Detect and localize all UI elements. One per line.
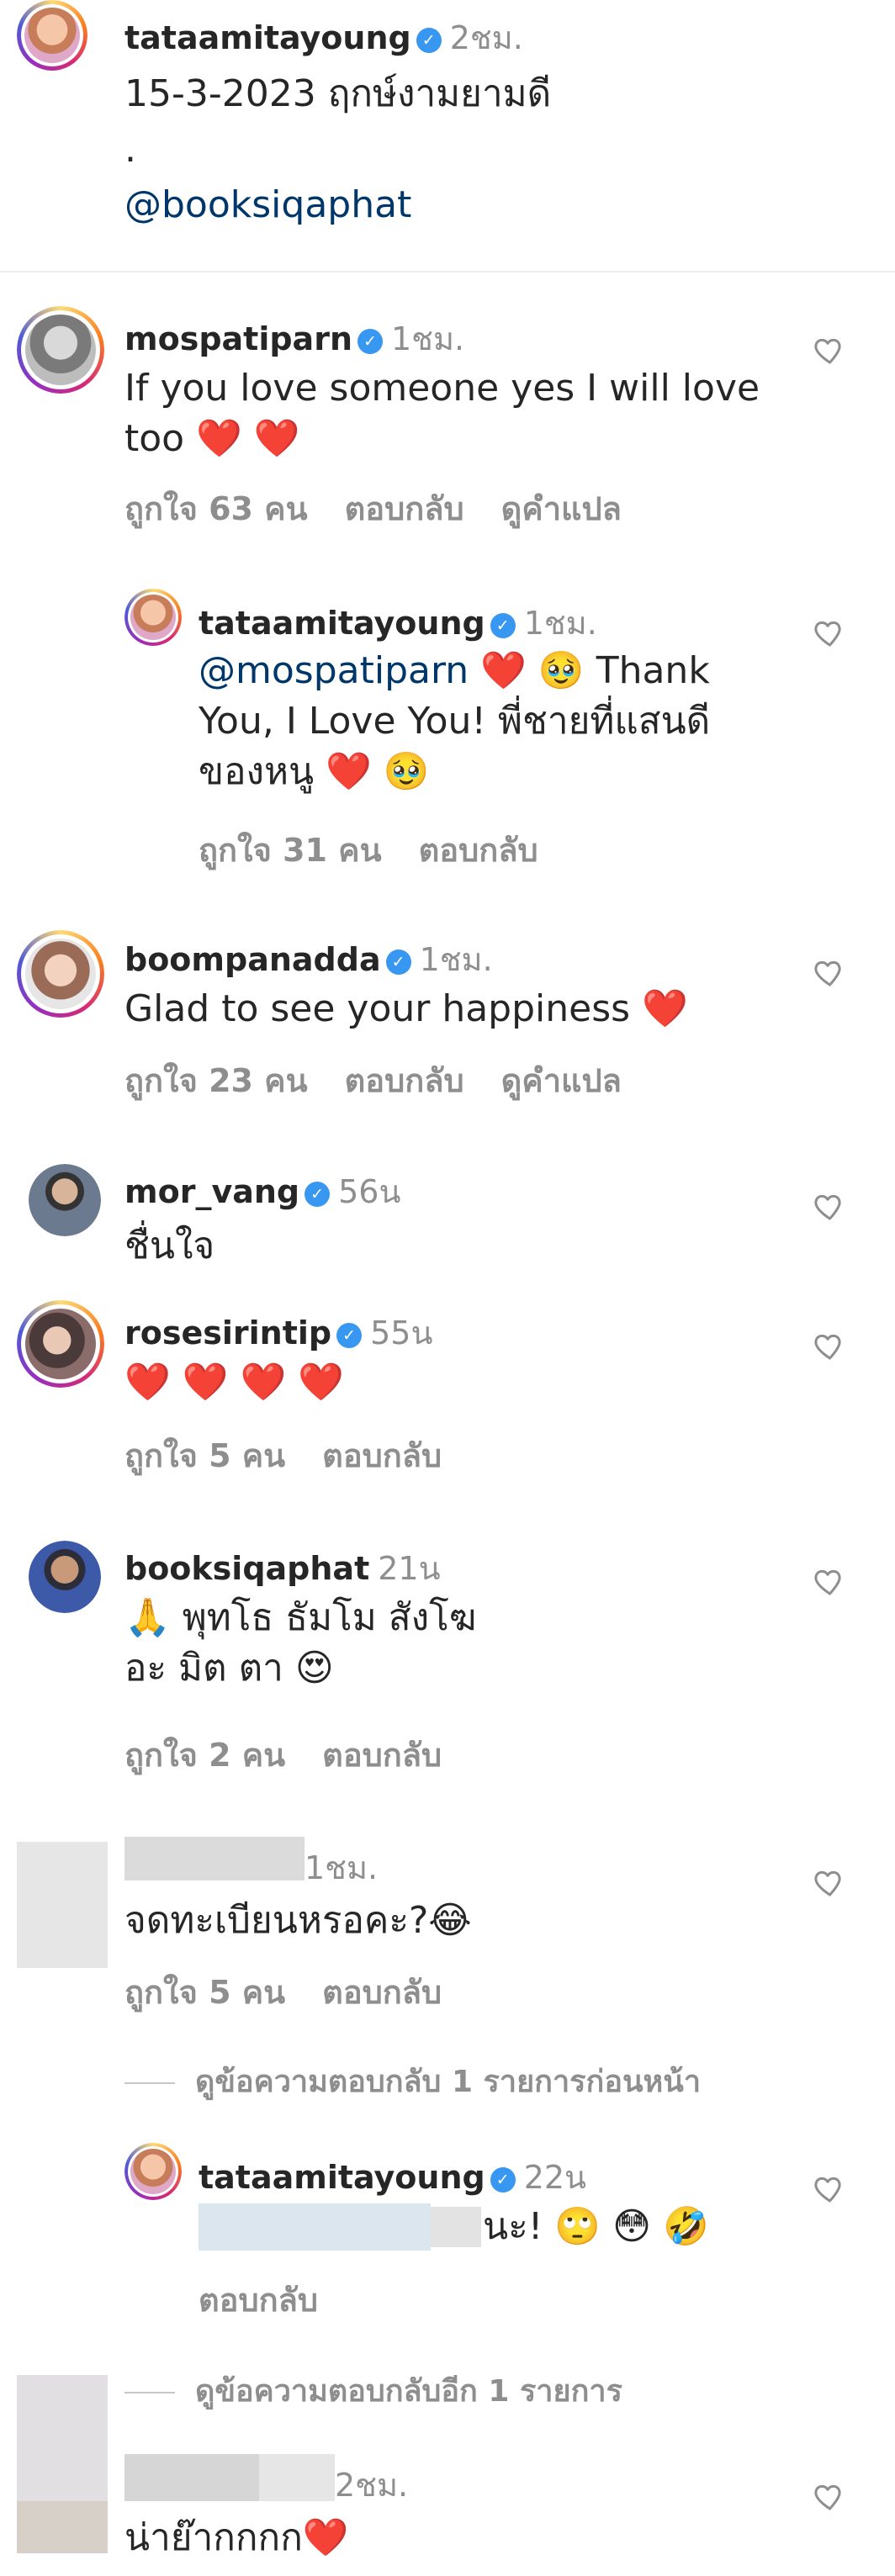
reply-meta: ถูกใจ 31 คน ตอบกลับ — [199, 824, 575, 875]
comment-text: 🙏 พุทโธ ธัมโม สังโฆ อะ มิต ตา 😍 — [124, 1596, 477, 1690]
comment-text: ชื่นใจ — [124, 1225, 215, 1267]
avatar[interactable] — [29, 1164, 101, 1236]
reply-username[interactable]: tataamitayoung ✓ 22น — [199, 2151, 586, 2203]
comment-username[interactable]: mospatiparn ✓ 1ชม. — [124, 313, 464, 364]
post-time: 2ชม. — [449, 19, 523, 56]
redacted-avatar — [17, 1842, 108, 1968]
view-more-replies[interactable]: ดูข้อความตอบกลับอีก 1 รายการ — [124, 2367, 622, 2415]
reply-username[interactable]: tataamitayoung ✓ 1ชม. — [199, 597, 597, 648]
like-count[interactable]: ถูกใจ 63 คน — [124, 490, 308, 527]
like-heart-icon[interactable] — [811, 333, 845, 367]
comment-meta: ถูกใจ 23 คน ตอบกลับ ดูคำแปล — [124, 1055, 659, 1106]
like-count[interactable]: ถูกใจ 5 คน — [124, 1437, 285, 1474]
like-count[interactable]: ถูกใจ 5 คน — [124, 1974, 285, 2011]
comment-text: จดทะเบียนหรอคะ?😂 — [124, 1899, 472, 1942]
redacted-username — [259, 2454, 335, 2501]
reply-text: @mospatiparn ❤️ 🥹 Thank You, I Love You! … — [199, 649, 711, 793]
avatar[interactable] — [29, 1541, 101, 1613]
comment-meta: ถูกใจ 63 คน ตอบกลับ ดูคำแปล — [124, 483, 659, 534]
reply-text: นะ! 🙄 😳 🤣 — [483, 2205, 709, 2248]
comment-username[interactable]: rosesirintip ✓ 55น — [124, 1307, 432, 1358]
avatar[interactable] — [17, 306, 104, 394]
post-caption-line2: . — [124, 128, 136, 171]
reply-button[interactable]: ตอบกลับ — [199, 2282, 318, 2319]
comment-text: If you love someone yes I will love too … — [124, 367, 760, 460]
comment-meta: ถูกใจ 2 คน ตอบกลับ — [124, 1729, 479, 1780]
verified-badge-icon: ✓ — [305, 1182, 331, 1207]
reply-button[interactable]: ตอบกลับ — [419, 832, 538, 869]
comment-text: Glad to see your happiness ❤️ — [124, 987, 688, 1030]
verified-badge-icon: ✓ — [416, 28, 442, 53]
like-heart-icon[interactable] — [811, 2171, 845, 2205]
comment-meta: ถูกใจ 5 คน ตอบกลับ — [124, 1966, 479, 2018]
view-previous-replies[interactable]: ดูข้อความตอบกลับ 1 รายการก่อนหน้า — [124, 2057, 701, 2105]
reply-mention[interactable]: @mospatiparn — [199, 649, 469, 692]
avatar[interactable] — [17, 0, 87, 71]
avatar[interactable] — [124, 2143, 182, 2200]
like-heart-icon[interactable] — [811, 1329, 845, 1362]
translate-button[interactable]: ดูคำแปล — [501, 1062, 622, 1099]
like-count[interactable]: ถูกใจ 2 คน — [124, 1737, 285, 1774]
reply-button[interactable]: ตอบกลับ — [345, 1062, 464, 1099]
post-mention[interactable]: @booksiqaphat — [124, 180, 411, 230]
divider — [0, 271, 895, 272]
like-count[interactable]: ถูกใจ 23 คน — [124, 1062, 308, 1099]
post-username[interactable]: tataamitayoung ✓ 2ชม. — [124, 12, 523, 63]
avatar[interactable] — [17, 930, 104, 1018]
like-heart-icon[interactable] — [811, 616, 845, 649]
verified-badge-icon: ✓ — [357, 329, 383, 354]
post-caption-line1: 15-3-2023 ฤกษ์งามยามดี — [124, 72, 552, 115]
avatar[interactable] — [124, 589, 182, 646]
comment-text: ❤️ ❤️ ❤️ ❤️ — [124, 1361, 345, 1404]
like-heart-icon[interactable] — [811, 1189, 845, 1223]
redacted-avatar-base — [17, 2501, 108, 2553]
translate-button[interactable]: ดูคำแปล — [501, 490, 622, 527]
redacted-username — [124, 1837, 305, 1880]
redacted-avatar — [17, 2375, 108, 2501]
reply-meta: ตอบกลับ — [199, 2274, 355, 2325]
like-heart-icon[interactable] — [811, 2479, 845, 2513]
comment-username[interactable]: mor_vang ✓ 56น — [124, 1166, 400, 1217]
comment-time: 2ชม. — [335, 2467, 409, 2504]
verified-badge-icon: ✓ — [490, 613, 516, 638]
reply-button[interactable]: ตอบกลับ — [322, 1974, 442, 2011]
redacted-mention — [199, 2203, 431, 2251]
verified-badge-icon: ✓ — [385, 949, 411, 975]
comment-text: น่าย๊ากกกก❤️ — [124, 2516, 349, 2559]
comment-username[interactable]: booksiqaphat 21น — [124, 1542, 441, 1594]
comment-time: 1ชม. — [305, 1849, 379, 1886]
verified-badge-icon: ✓ — [490, 2167, 516, 2193]
reply-button[interactable]: ตอบกลับ — [345, 490, 464, 527]
like-count[interactable]: ถูกใจ 31 คน — [199, 832, 382, 869]
comment-username[interactable]: boompanadda ✓ 1ชม. — [124, 934, 493, 985]
redacted-mention — [431, 2207, 481, 2247]
like-heart-icon[interactable] — [811, 1564, 845, 1598]
reply-button[interactable]: ตอบกลับ — [322, 1737, 442, 1774]
redacted-username — [124, 2454, 259, 2501]
reply-button[interactable]: ตอบกลับ — [322, 1437, 442, 1474]
comment-meta: ถูกใจ 5 คน ตอบกลับ — [124, 1430, 479, 1481]
verified-badge-icon: ✓ — [336, 1323, 363, 1348]
avatar[interactable] — [17, 1300, 104, 1388]
like-heart-icon[interactable] — [811, 1865, 845, 1899]
like-heart-icon[interactable] — [811, 955, 845, 989]
